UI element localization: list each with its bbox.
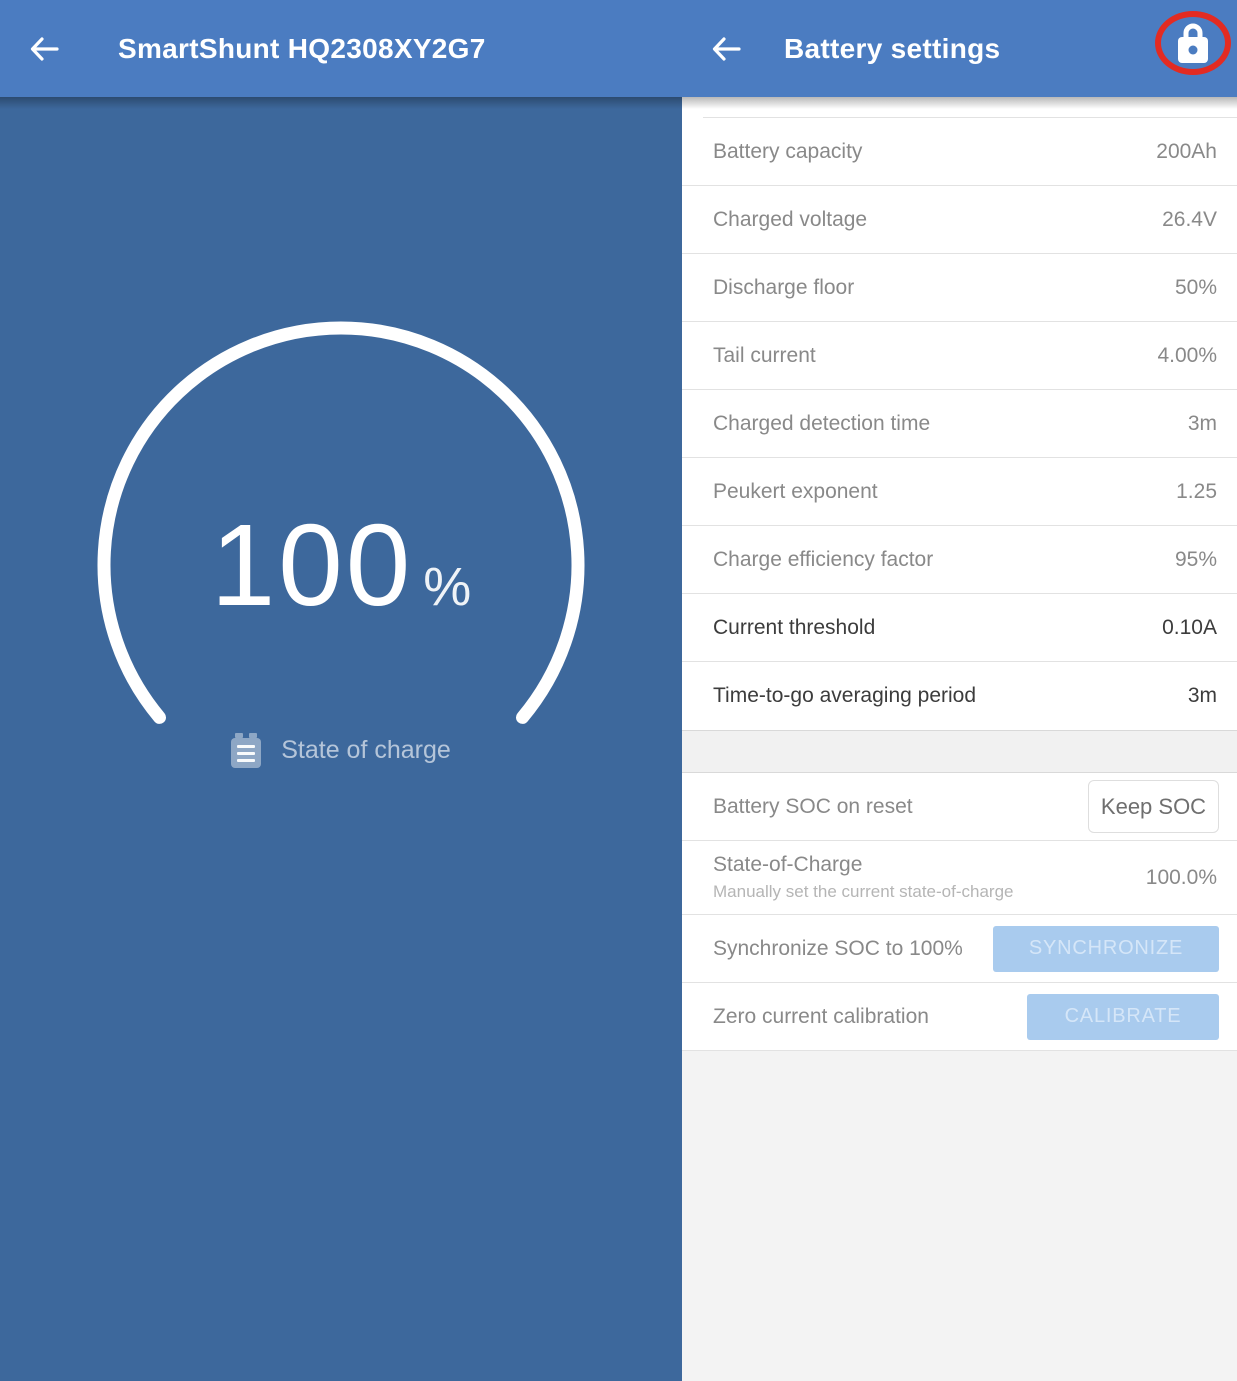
setting-row-charged-voltage[interactable]: Charged voltage 26.4V — [682, 186, 1237, 254]
calibrate-button[interactable]: CALIBRATE — [1027, 994, 1219, 1040]
setting-row-time-to-go-averaging-period[interactable]: Time-to-go averaging period 3m — [682, 662, 1237, 730]
setting-row-tail-current[interactable]: Tail current 4.00% — [682, 322, 1237, 390]
battery-settings-panel: Battery settings Battery capacity 200Ah … — [682, 0, 1237, 1381]
setting-value: 0.10A — [1162, 616, 1217, 640]
soc-value: 100 — [211, 497, 414, 634]
setting-label: Current threshold — [713, 616, 875, 640]
setting-value: 200Ah — [1156, 140, 1217, 164]
setting-value: 3m — [1188, 412, 1217, 436]
settings-list: Battery capacity 200Ah Charged voltage 2… — [682, 97, 1237, 730]
setting-value: 4.00% — [1157, 344, 1217, 368]
row-synchronize-soc[interactable]: Synchronize SOC to 100% SYNCHRONIZE — [682, 915, 1237, 983]
lock-icon — [1178, 22, 1208, 64]
setting-label: Charged detection time — [713, 412, 930, 436]
setting-value: 3m — [1188, 684, 1217, 708]
keep-soc-button[interactable]: Keep SOC — [1088, 780, 1219, 833]
setting-label: Discharge floor — [713, 276, 854, 300]
battery-icon — [231, 733, 261, 768]
setting-label: Time-to-go averaging period — [713, 684, 976, 708]
setting-value: 100.0% — [1146, 866, 1219, 890]
setting-row-peukert-exponent[interactable]: Peukert exponent 1.25 — [682, 458, 1237, 526]
setting-label: Charged voltage — [713, 208, 867, 232]
settings-lock-annotation[interactable] — [1155, 11, 1231, 75]
back-button[interactable] — [22, 27, 66, 71]
setting-value: 50% — [1175, 276, 1217, 300]
setting-value: 26.4V — [1162, 208, 1217, 232]
setting-label: Battery SOC on reset — [713, 795, 913, 819]
row-state-of-charge[interactable]: State-of-Charge Manually set the current… — [682, 841, 1237, 915]
setting-row-current-threshold[interactable]: Current threshold 0.10A — [682, 594, 1237, 662]
setting-row-battery-capacity[interactable]: Battery capacity 200Ah — [682, 118, 1237, 186]
setting-row-charged-detection-time[interactable]: Charged detection time 3m — [682, 390, 1237, 458]
setting-label: Zero current calibration — [713, 1005, 929, 1029]
synchronize-button[interactable]: SYNCHRONIZE — [993, 926, 1219, 972]
app-screen: SmartShunt HQ2308XY2G7 100 % State of ch… — [0, 0, 1237, 1381]
setting-value: 1.25 — [1176, 480, 1217, 504]
setting-label: Tail current — [713, 344, 816, 368]
device-title: SmartShunt HQ2308XY2G7 — [118, 33, 486, 65]
setting-row-discharge-floor[interactable]: Discharge floor 50% — [682, 254, 1237, 322]
section-gap — [682, 730, 1237, 773]
soc-unit: % — [423, 556, 471, 618]
soc-actions-section: Battery SOC on reset Keep SOC State-of-C… — [682, 773, 1237, 1051]
setting-label: Charge efficiency factor — [713, 548, 933, 572]
row-battery-soc-on-reset[interactable]: Battery SOC on reset Keep SOC — [682, 773, 1237, 841]
arrow-left-icon — [26, 31, 62, 67]
settings-title: Battery settings — [784, 33, 1000, 65]
soc-caption: State of charge — [0, 733, 682, 768]
settings-header: Battery settings — [682, 0, 1237, 97]
setting-label: Battery capacity — [713, 140, 862, 164]
setting-label: State-of-Charge — [713, 853, 1013, 877]
setting-value: 95% — [1175, 548, 1217, 572]
settings-back-button[interactable] — [704, 27, 748, 71]
soc-gauge-value: 100 % — [0, 497, 682, 634]
setting-label: Peukert exponent — [713, 480, 878, 504]
device-overview-panel: SmartShunt HQ2308XY2G7 100 % State of ch… — [0, 0, 682, 1381]
device-header: SmartShunt HQ2308XY2G7 — [0, 0, 682, 97]
row-zero-current-calibration[interactable]: Zero current calibration CALIBRATE — [682, 983, 1237, 1051]
setting-label: Synchronize SOC to 100% — [713, 937, 963, 961]
setting-description: Manually set the current state-of-charge — [713, 882, 1013, 902]
soc-caption-label: State of charge — [281, 736, 451, 765]
arrow-left-icon — [708, 31, 744, 67]
setting-row-charge-efficiency-factor[interactable]: Charge efficiency factor 95% — [682, 526, 1237, 594]
